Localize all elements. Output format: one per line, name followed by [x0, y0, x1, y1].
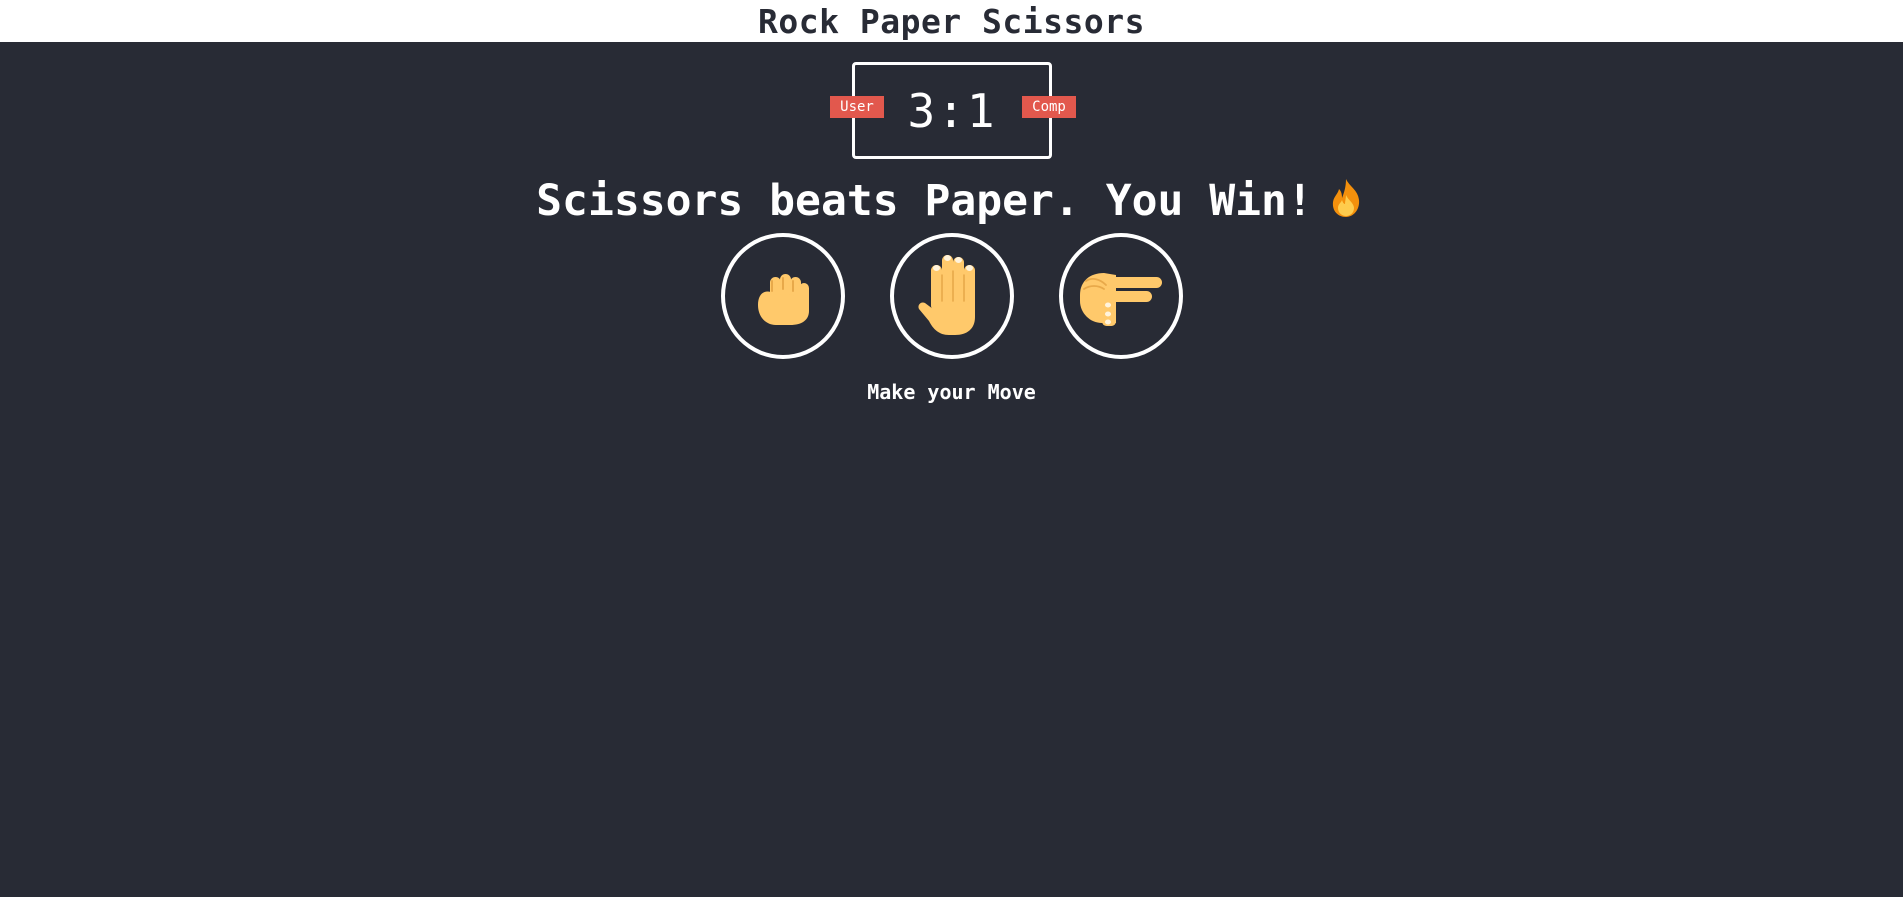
paper-button[interactable] [890, 233, 1014, 359]
instruction-message: Make your Move [867, 380, 1036, 404]
rock-fist-icon [750, 261, 816, 331]
score-display: 3:1 [907, 83, 997, 138]
scissors-button[interactable] [1059, 233, 1183, 359]
fire-icon [1325, 177, 1367, 230]
scissors-hand-icon [1078, 261, 1164, 331]
result-message: Scissors beats Paper. You Win! [0, 176, 1903, 230]
user-label-badge: User [830, 96, 884, 118]
comp-label-badge: Comp [1022, 96, 1076, 118]
page-title: Rock Paper Scissors [758, 1, 1145, 41]
paper-hand-icon [917, 251, 987, 341]
rock-button[interactable] [721, 233, 845, 359]
header-bar: Rock Paper Scissors [0, 0, 1903, 42]
result-text: Scissors beats Paper. You Win! [536, 176, 1313, 226]
